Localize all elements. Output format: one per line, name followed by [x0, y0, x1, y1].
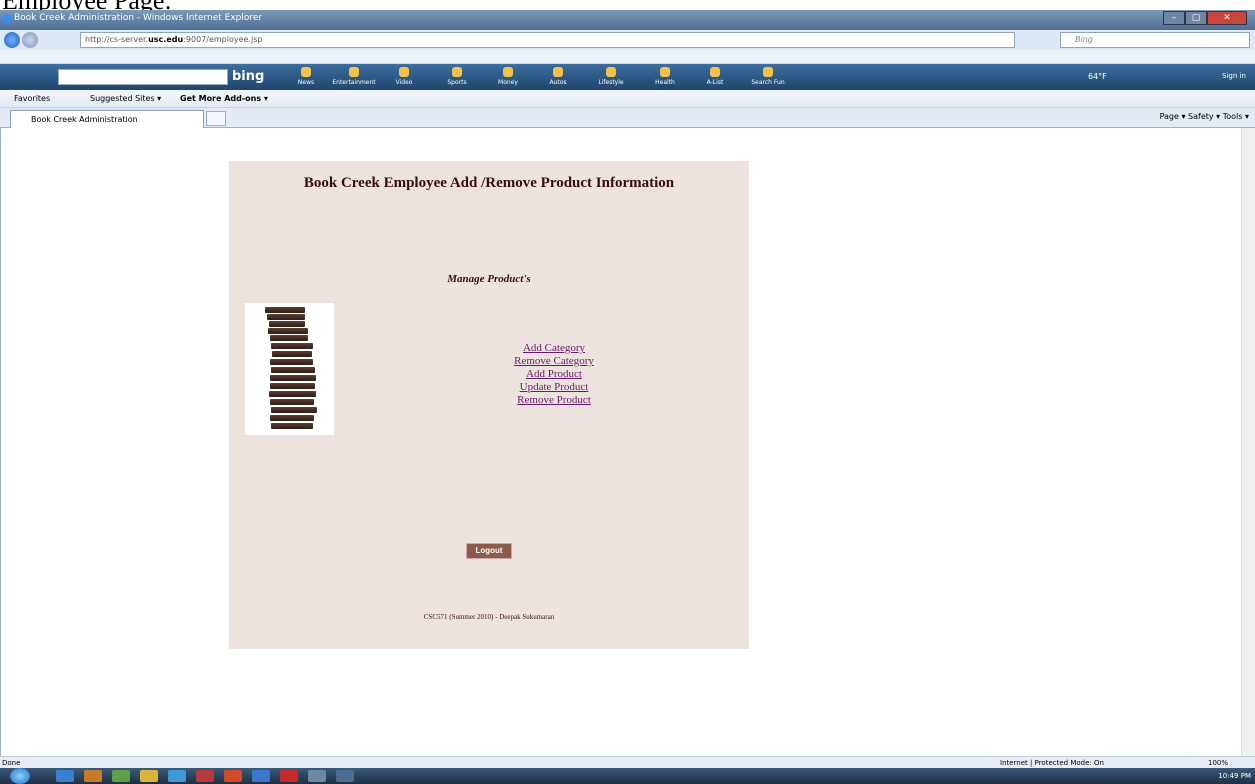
- bing-item-label: Autos: [549, 79, 567, 86]
- forward-icon[interactable]: [22, 32, 38, 48]
- get-addons[interactable]: Get More Add-ons ▾: [180, 94, 268, 103]
- favorites-bar: Favorites Suggested Sites ▾ Get More Add…: [0, 90, 1255, 108]
- address-host: usc.edu: [148, 35, 184, 44]
- taskbar: 10:49 PM: [0, 768, 1255, 784]
- page-title: Book Creek Employee Add /Remove Product …: [303, 175, 675, 191]
- window-title-bar: Book Creek Administration - Windows Inte…: [0, 10, 1255, 30]
- books-stack-image: [245, 303, 334, 435]
- bing-item-alist[interactable]: A-List: [689, 67, 741, 86]
- command-bar[interactable]: Page ▾ Safety ▾ Tools ▾: [1160, 112, 1249, 121]
- search-fun-icon: [763, 67, 773, 77]
- lifestyle-icon: [606, 67, 616, 77]
- bing-item-label: Search Fun: [751, 79, 785, 86]
- bing-item-label: Sports: [447, 79, 467, 86]
- bing-item-label: A-List: [706, 79, 724, 86]
- back-icon[interactable]: [4, 32, 20, 48]
- app-icon[interactable]: [196, 770, 214, 782]
- video-icon: [399, 67, 409, 77]
- remove-product-link[interactable]: Remove Product: [499, 394, 609, 407]
- window-title: Book Creek Administration - Windows Inte…: [14, 13, 263, 23]
- close-button[interactable]: ✕: [1207, 11, 1247, 25]
- system-clock: 10:49 PM: [1218, 772, 1251, 780]
- money-icon: [503, 67, 513, 77]
- manage-links: Add Category Remove Category Add Product…: [499, 342, 609, 407]
- bing-item-news[interactable]: News: [280, 67, 332, 86]
- search-input[interactable]: Bing: [1060, 32, 1250, 48]
- tab-bar: Book Creek Administration Page ▾ Safety …: [0, 108, 1255, 128]
- bing-item-label: News: [297, 79, 315, 86]
- status-text: Done: [2, 759, 21, 767]
- bing-item-autos[interactable]: Autos: [532, 67, 584, 86]
- suggested-sites[interactable]: Suggested Sites ▾: [90, 94, 161, 103]
- news-icon: [301, 67, 311, 77]
- new-tab-button[interactable]: [206, 111, 226, 126]
- app-icon[interactable]: [168, 770, 186, 782]
- app-icon[interactable]: [308, 770, 326, 782]
- firefox-icon[interactable]: [84, 770, 102, 782]
- ie-taskbar-icon[interactable]: [252, 770, 270, 782]
- weather-readout[interactable]: 64°F: [1088, 72, 1107, 81]
- page-footer: CSC571 (Summer 2010) - Deepak Sukumaran: [423, 613, 555, 621]
- bing-item-entertainment[interactable]: Entertainment: [328, 67, 380, 86]
- explorer-icon[interactable]: [56, 770, 74, 782]
- alist-icon: [710, 67, 720, 77]
- filezilla-icon[interactable]: [224, 770, 242, 782]
- add-category-link[interactable]: Add Category: [499, 342, 609, 355]
- address-suffix: :9007/employee.jsp: [183, 35, 263, 44]
- logout-button[interactable]: Logout: [466, 543, 512, 559]
- zoom-level[interactable]: 100%: [1208, 759, 1228, 767]
- bing-item-search-fun[interactable]: Search Fun: [742, 67, 794, 86]
- maximize-button[interactable]: ▢: [1185, 11, 1207, 25]
- bing-item-label: Lifestyle: [598, 79, 624, 86]
- bing-search-input[interactable]: [58, 69, 228, 85]
- add-product-link[interactable]: Add Product: [499, 368, 609, 381]
- secondary-toolbar: [0, 50, 1255, 64]
- bing-item-label: Money: [498, 79, 518, 86]
- security-zone[interactable]: Internet | Protected Mode: On: [1000, 759, 1104, 767]
- app-icon[interactable]: [112, 770, 130, 782]
- signin-link[interactable]: Sign in: [1222, 72, 1246, 80]
- bing-item-money[interactable]: Money: [482, 67, 534, 86]
- ie-icon: [2, 14, 12, 24]
- bing-item-lifestyle[interactable]: Lifestyle: [585, 67, 637, 86]
- autos-icon: [553, 67, 563, 77]
- address-row: http://cs-server.usc.edu:9007/employee.j…: [0, 30, 1255, 50]
- minimize-button[interactable]: –: [1163, 11, 1185, 25]
- entertainment-icon: [349, 67, 359, 77]
- sports-icon: [452, 67, 462, 77]
- bing-logo[interactable]: bing: [232, 69, 264, 84]
- manage-heading: Manage Product's: [447, 273, 531, 285]
- bing-item-sports[interactable]: Sports: [431, 67, 483, 86]
- health-icon: [660, 67, 670, 77]
- address-bar[interactable]: http://cs-server.usc.edu:9007/employee.j…: [80, 32, 1015, 48]
- bing-item-label: Video: [395, 79, 413, 86]
- app-icon[interactable]: [140, 770, 158, 782]
- acrobat-icon[interactable]: [280, 770, 298, 782]
- vertical-scrollbar[interactable]: [1241, 128, 1255, 756]
- bing-item-video[interactable]: Video: [378, 67, 430, 86]
- status-bar: Done Internet | Protected Mode: On 100%: [0, 756, 1255, 768]
- address-prefix: http://cs-server.: [85, 35, 149, 44]
- start-button[interactable]: [10, 768, 30, 784]
- window-controls: – ▢ ✕: [1163, 11, 1247, 25]
- favorites-button[interactable]: Favorites: [14, 94, 50, 103]
- bing-item-health[interactable]: Health: [639, 67, 691, 86]
- bing-toolbar: bing News Entertainment Video Sports Mon…: [0, 64, 1255, 90]
- tab-book-creek[interactable]: Book Creek Administration: [10, 110, 204, 128]
- bing-item-label: Health: [655, 79, 675, 86]
- remove-category-link[interactable]: Remove Category: [499, 355, 609, 368]
- admin-panel: Book Creek Employee Add /Remove Product …: [229, 161, 749, 649]
- app-icon[interactable]: [336, 770, 354, 782]
- update-product-link[interactable]: Update Product: [499, 381, 609, 394]
- bing-item-label: Entertainment: [332, 79, 376, 86]
